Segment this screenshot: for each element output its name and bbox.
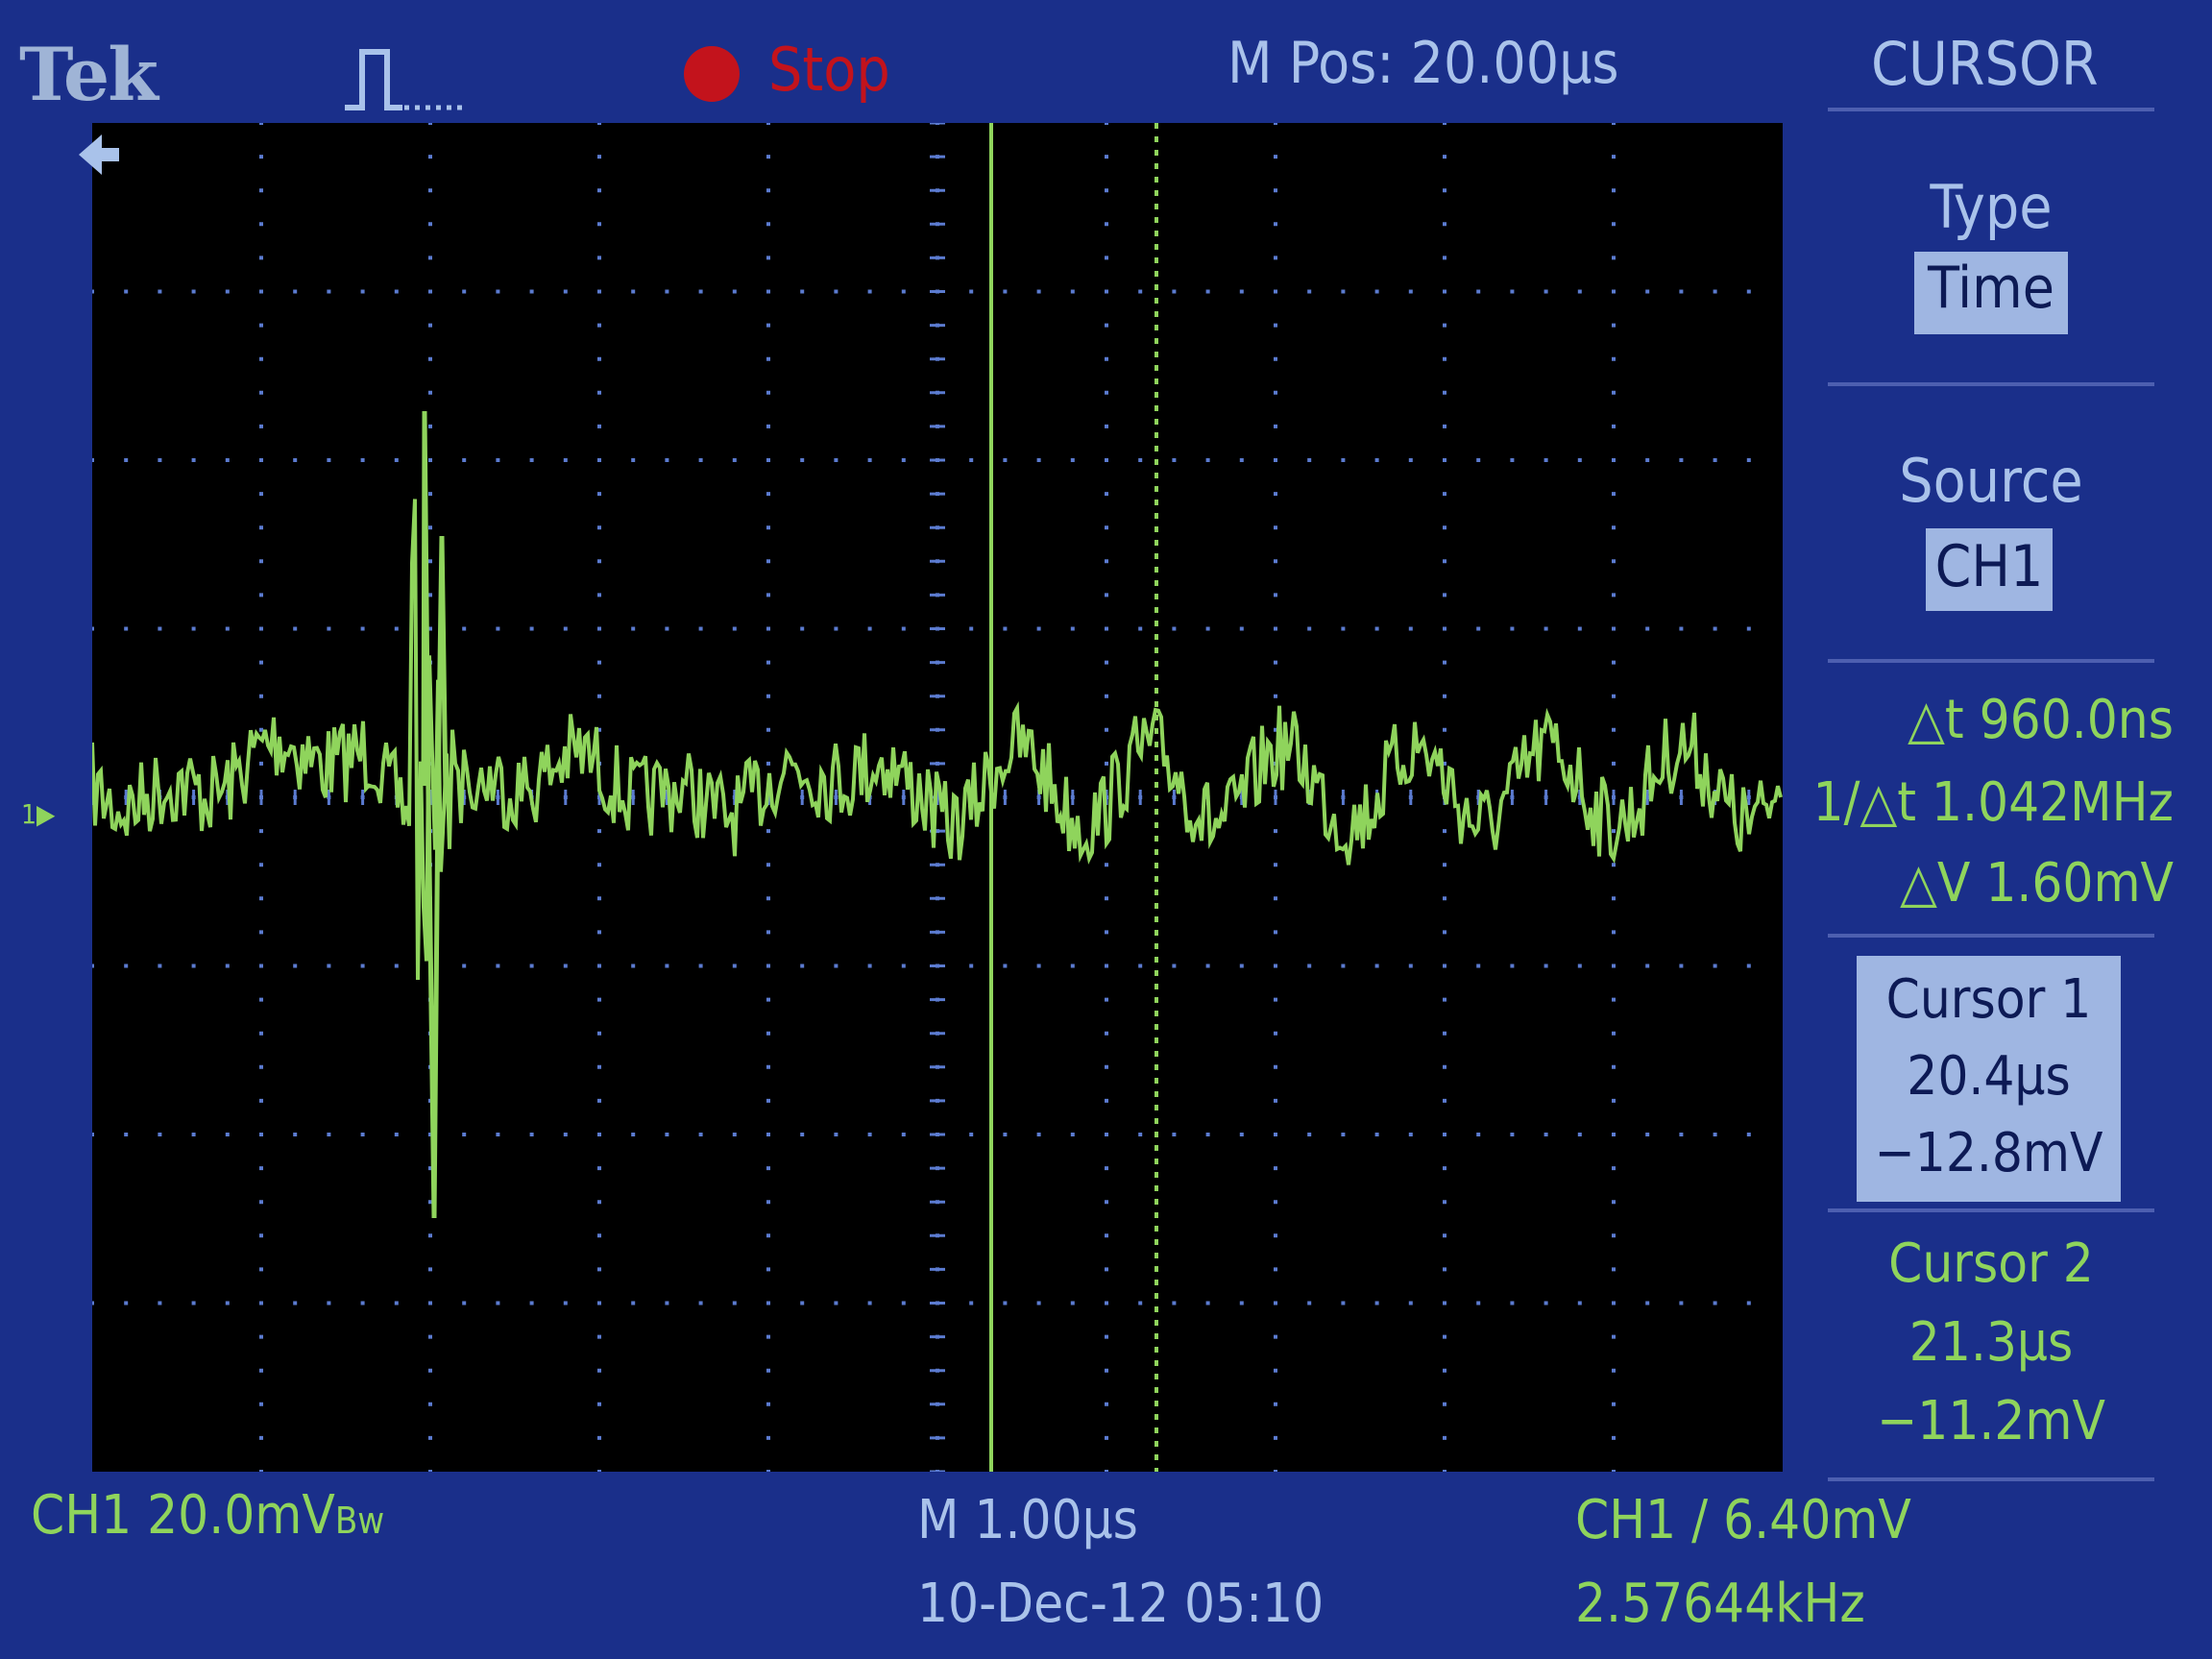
ch1-marker-label: 1 bbox=[21, 797, 37, 830]
trigger-readout: CH1 ∕ 6.40mV bbox=[1575, 1489, 1911, 1551]
cursor-1-label: Cursor 1 bbox=[1885, 968, 2092, 1031]
stop-dot-icon bbox=[684, 46, 740, 102]
cursor-1-voltage: −12.8mV bbox=[1874, 1122, 2103, 1184]
inverse-delta-t-readout: 1/△t 1.042MHz bbox=[1812, 771, 2174, 834]
horizontal-position-readout: M Pos: 20.00µs bbox=[1228, 30, 1619, 97]
waveform-graticule bbox=[92, 123, 1783, 1472]
bandwidth-limit-icon: Bw bbox=[334, 1500, 385, 1542]
cursor-2-voltage: −11.2mV bbox=[1877, 1390, 2105, 1452]
cursor-1-button[interactable]: Cursor 1 20.4µs −12.8mV bbox=[1857, 956, 2121, 1202]
oscilloscope-screen: Tek Stop M Pos: 20.00µs CURSOR 1▶ Type T… bbox=[0, 0, 2212, 1659]
cursor-2-time: 21.3µs bbox=[1908, 1311, 2074, 1374]
cursor-1-time: 20.4µs bbox=[1907, 1045, 2071, 1108]
marker-arrow-icon: ▶ bbox=[36, 797, 56, 830]
acquisition-pulse-icon bbox=[345, 49, 462, 110]
ch1-scale-value: CH1 20.0mV bbox=[31, 1484, 335, 1547]
cursor-2-label[interactable]: Cursor 2 bbox=[1828, 1237, 2154, 1291]
delta-t-readout: △t 960.0ns bbox=[1908, 689, 2174, 751]
menu-title: CURSOR bbox=[1871, 29, 2099, 99]
menu-separator bbox=[1828, 659, 2154, 663]
menu-separator bbox=[1828, 1208, 2154, 1212]
tek-logo: Tek bbox=[19, 32, 158, 117]
date-time-readout: 10-Dec-12 05:10 bbox=[917, 1573, 1325, 1635]
run-state-label: Stop bbox=[768, 35, 890, 105]
trigger-position-arrow-icon bbox=[79, 134, 119, 175]
menu-separator bbox=[1828, 108, 2154, 111]
timebase-readout: M 1.00µs bbox=[917, 1489, 1138, 1551]
delta-v-readout: △V 1.60mV bbox=[1900, 852, 2174, 915]
trigger-frequency-readout: 2.57644kHz bbox=[1575, 1573, 1865, 1635]
menu-separator bbox=[1828, 934, 2154, 938]
menu-separator bbox=[1828, 382, 2154, 386]
source-value-box[interactable]: CH1 bbox=[1926, 528, 2053, 611]
menu-separator bbox=[1828, 1477, 2154, 1481]
type-value-box[interactable]: Time bbox=[1914, 252, 2068, 334]
type-label[interactable]: Type bbox=[1828, 178, 2154, 237]
ch1-scale-readout: CH1 20.0mVBw bbox=[31, 1489, 384, 1543]
ch1-ground-marker: 1▶ bbox=[21, 780, 55, 841]
source-label[interactable]: Source bbox=[1828, 451, 2154, 511]
time-cursors bbox=[989, 123, 1158, 1472]
